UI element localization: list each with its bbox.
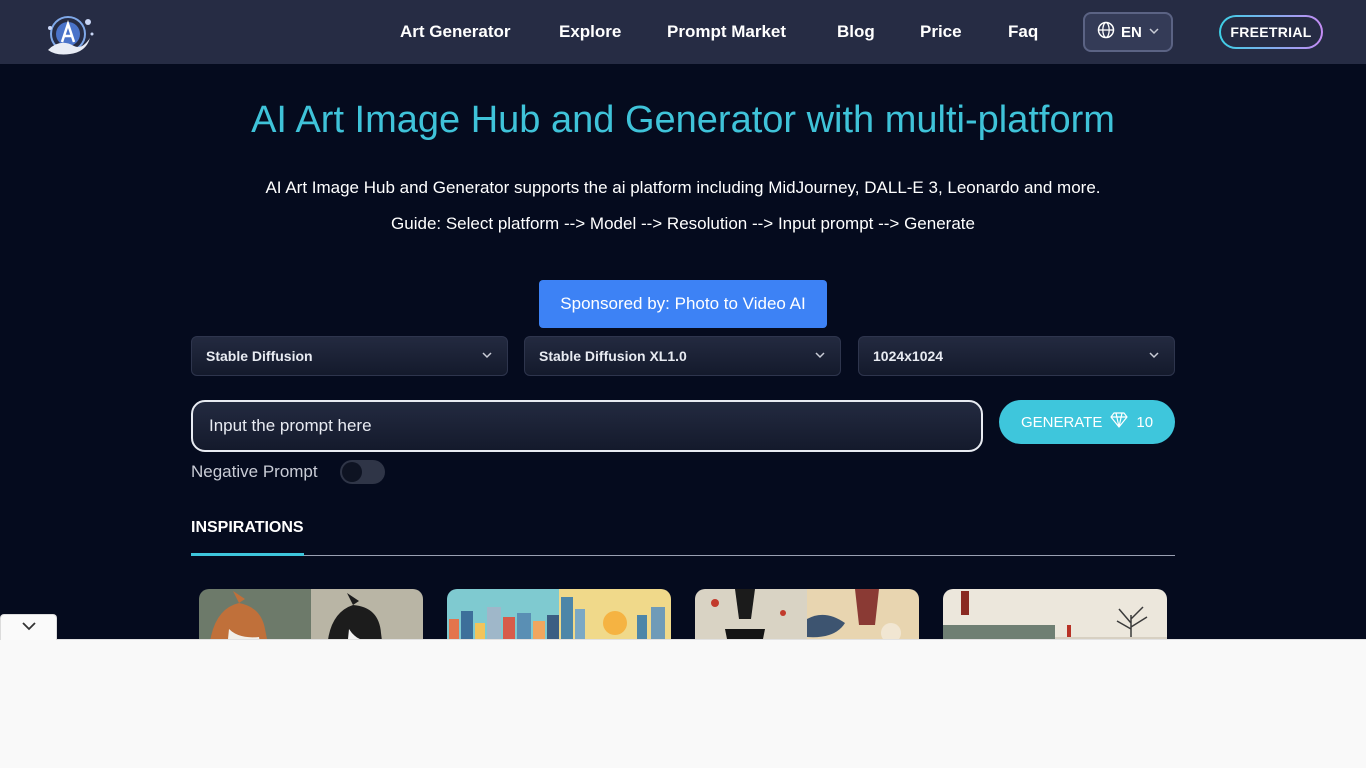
diamond-icon [1110, 412, 1128, 432]
top-header: Art Generator Explore Prompt Market Blog… [0, 0, 1366, 64]
resolution-select-value: 1024x1024 [873, 348, 944, 364]
language-label: EN [1121, 23, 1142, 41]
tab-divider [191, 555, 1175, 556]
nav-blog[interactable]: Blog [837, 20, 875, 44]
hero-guide: Guide: Select platform --> Model --> Res… [391, 214, 975, 233]
tab-inspirations[interactable]: INSPIRATIONS [191, 517, 304, 539]
chevron-down-icon [814, 348, 826, 364]
language-selector[interactable]: EN [1083, 12, 1173, 52]
collapse-panel-button[interactable] [0, 614, 57, 640]
hero-subtitle: AI Art Image Hub and Generator supports … [265, 178, 1101, 197]
generate-button[interactable]: GENERATE 10 [999, 400, 1175, 444]
prompt-input[interactable] [191, 400, 983, 452]
freetrial-button[interactable]: FREETRIAL [1219, 15, 1323, 49]
negative-prompt-label: Negative Prompt [191, 462, 318, 481]
model-select[interactable]: Stable Diffusion XL1.0 [524, 336, 841, 376]
generate-cost: 10 [1136, 413, 1154, 431]
site-logo[interactable] [40, 8, 98, 58]
nav-explore[interactable]: Explore [559, 20, 621, 44]
generate-label: GENERATE [1020, 413, 1103, 431]
chevron-down-icon [481, 348, 493, 364]
resolution-select[interactable]: 1024x1024 [858, 336, 1175, 376]
model-select-value: Stable Diffusion XL1.0 [539, 348, 687, 364]
nav-art-generator[interactable]: Art Generator [400, 20, 511, 44]
page-title: AI Art Image Hub and Generator with mult… [251, 99, 1115, 141]
bottom-ad-panel [0, 639, 1366, 768]
platform-select-value: Stable Diffusion [206, 348, 313, 364]
freetrial-label: FREETRIAL [1221, 17, 1321, 47]
chevron-down-icon [1148, 348, 1160, 364]
nav-faq[interactable]: Faq [1008, 20, 1038, 44]
negative-prompt-toggle[interactable] [340, 460, 385, 484]
platform-select[interactable]: Stable Diffusion [191, 336, 508, 376]
chevron-down-icon [1148, 24, 1160, 41]
sponsor-button[interactable]: Sponsored by: Photo to Video AI [539, 280, 827, 328]
toggle-knob [342, 462, 362, 482]
nav-prompt-market[interactable]: Prompt Market [667, 20, 786, 44]
tab-active-indicator [191, 553, 304, 556]
nav-price[interactable]: Price [920, 20, 962, 44]
chevron-down-icon [21, 619, 37, 637]
globe-icon [1097, 21, 1115, 43]
